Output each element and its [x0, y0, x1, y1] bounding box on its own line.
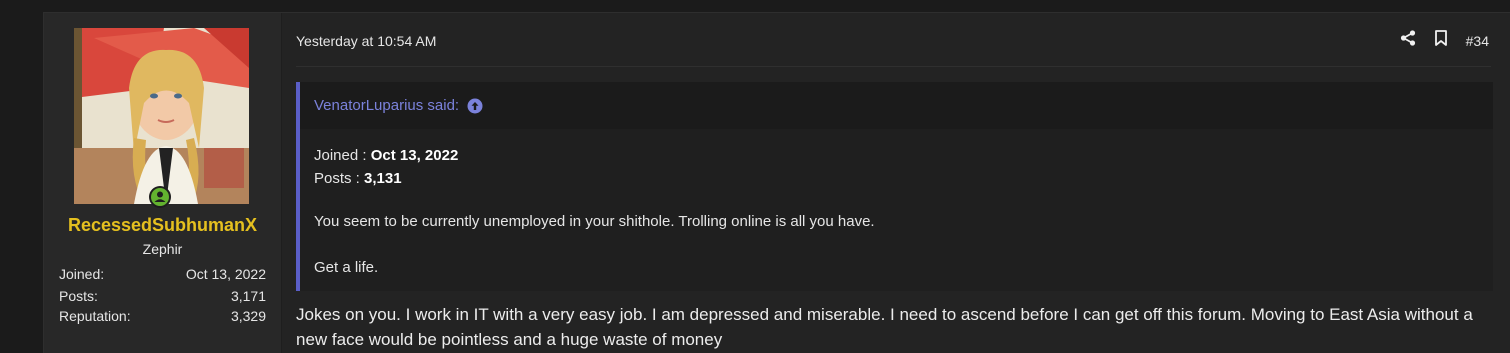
user-stat-reputation: Reputation: 3,329 [59, 308, 266, 324]
stat-value: 3,329 [230, 308, 266, 324]
quote-text-line: You seem to be currently unemployed in y… [314, 213, 875, 230]
post-number-link[interactable]: #34 [1466, 33, 1489, 49]
quote-author[interactable]: VenatorLuparius said: [314, 97, 459, 114]
header-divider [296, 66, 1491, 67]
stat-label: Posts: [59, 288, 98, 304]
username-link[interactable]: RecessedSubhumanX [44, 215, 281, 236]
quote-posts-line: Posts : 3,131 [314, 167, 1479, 190]
stat-value: Oct 13, 2022 [185, 266, 266, 282]
quote-posts-label: Posts : [314, 170, 365, 187]
post-actions: #34 [1400, 30, 1489, 51]
user-title: Zephir [142, 241, 183, 257]
stat-label: Reputation: [59, 308, 131, 324]
bookmark-icon[interactable] [1434, 30, 1448, 51]
share-icon[interactable] [1400, 30, 1416, 51]
quote-block: VenatorLuparius said: Joined : Oct 13, 2… [296, 82, 1493, 291]
avatar-image [74, 28, 249, 204]
stat-label: Joined: [59, 266, 105, 282]
quote-joined-label: Joined : [314, 147, 371, 164]
user-stat-joined: Joined: Oct 13, 2022 [59, 266, 266, 282]
user-avatar[interactable] [74, 28, 249, 204]
quote-text-line: Get a life. [314, 259, 379, 276]
quote-body: Joined : Oct 13, 2022 Posts : 3,131 You … [300, 129, 1493, 279]
stat-value: 3,171 [230, 288, 266, 304]
quote-header[interactable]: VenatorLuparius said: [300, 82, 1493, 129]
post-message: Jokes on you. I work in IT with a very e… [296, 305, 1473, 349]
arrow-up-circle-icon[interactable] [467, 98, 483, 114]
post-container: RecessedSubhumanX Zephir Joined: Oct 13,… [43, 12, 1510, 353]
post-date-link[interactable]: Yesterday at 10:54 AM [296, 33, 436, 49]
quote-joined-line: Joined : Oct 13, 2022 [314, 144, 1479, 167]
user-info-panel: RecessedSubhumanX Zephir Joined: Oct 13,… [44, 13, 281, 353]
panel-divider [281, 13, 282, 353]
quote-joined-value: Oct 13, 2022 [370, 147, 459, 164]
user-stat-posts: Posts: 3,171 [59, 288, 266, 304]
quote-posts-value: 3,131 [364, 170, 402, 187]
user-online-icon [149, 186, 171, 208]
